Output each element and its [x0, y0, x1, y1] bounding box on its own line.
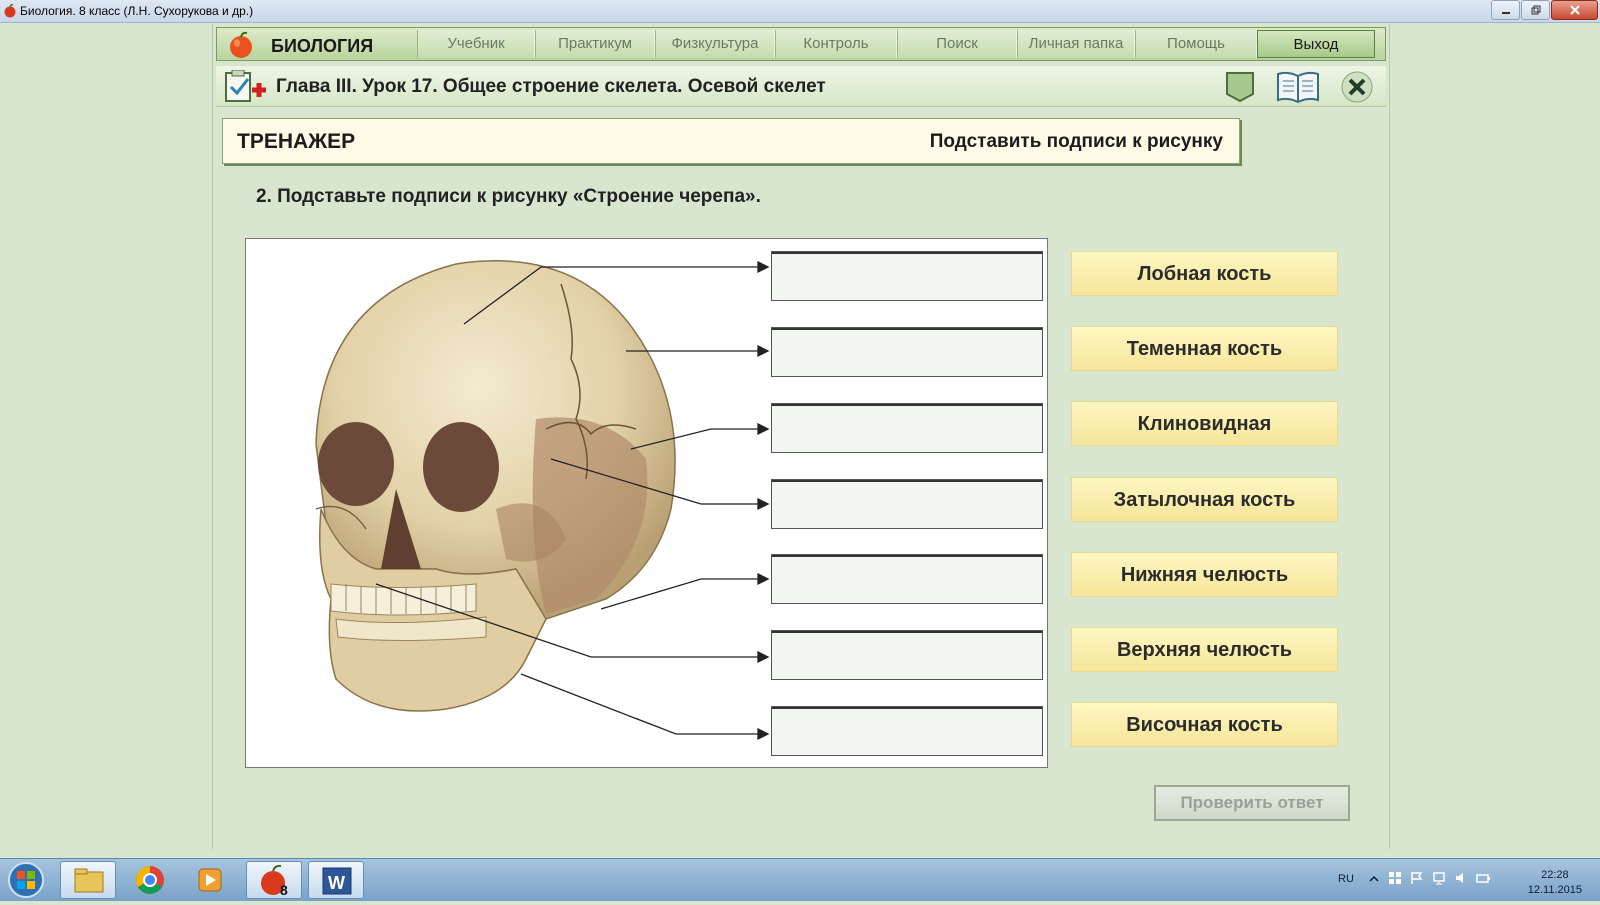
drop-slot-5[interactable] — [771, 554, 1043, 604]
taskbar: 8 W RU 22:28 12.11.2015 — [0, 858, 1600, 901]
teeth — [330, 583, 487, 641]
nav-item-help[interactable]: Помощь — [1135, 30, 1257, 58]
start-button-icon[interactable] — [6, 861, 46, 899]
word-icon: W — [322, 867, 352, 895]
language-indicator[interactable]: RU — [1338, 873, 1354, 885]
svg-text:8: 8 — [280, 882, 288, 898]
taskbar-chrome[interactable] — [122, 861, 178, 899]
taskbar-media[interactable] — [182, 861, 238, 899]
restore-icon — [1531, 5, 1540, 15]
drop-slot-4[interactable] — [771, 479, 1043, 529]
label-frontal-bone[interactable]: Лобная кость — [1071, 251, 1338, 296]
trainer-banner: ТРЕНАЖЕР Подставить подписи к рисунку — [222, 118, 1240, 164]
apple-logo-icon — [230, 31, 252, 58]
restore-button[interactable] — [1521, 0, 1550, 20]
nav-item-personal-folder[interactable]: Личная папка — [1017, 30, 1135, 58]
check-answer-button[interactable]: Проверить ответ — [1154, 785, 1350, 821]
power-icon[interactable] — [1476, 871, 1490, 885]
media-player-icon — [198, 868, 222, 892]
flag-icon[interactable] — [1410, 871, 1424, 885]
minimize-button[interactable] — [1491, 0, 1520, 20]
nav-item-practicum[interactable]: Практикум — [535, 30, 655, 58]
drop-slot-7[interactable] — [771, 706, 1043, 756]
svg-text:W: W — [328, 873, 345, 893]
chapter-title: Глава III. Урок 17. Общее строение скеле… — [276, 76, 826, 97]
skull-figure — [245, 238, 1048, 768]
windows-icon[interactable] — [1388, 871, 1402, 885]
taskbar-explorer[interactable] — [60, 861, 116, 899]
drop-slot-6[interactable] — [771, 630, 1043, 680]
clock[interactable]: 22:28 12.11.2015 — [1528, 868, 1582, 898]
chapter-bar: Глава III. Урок 17. Общее строение скеле… — [216, 66, 1386, 107]
label-occipital-bone[interactable]: Затылочная кость — [1071, 477, 1338, 522]
close-icon — [1569, 5, 1580, 15]
chrome-icon — [136, 866, 164, 894]
label-upper-jaw[interactable]: Верхняя челюсть — [1071, 627, 1338, 672]
clock-time: 22:28 — [1541, 869, 1569, 881]
taskbar-word[interactable]: W — [308, 861, 364, 899]
label-lower-jaw[interactable]: Нижняя челюсть — [1071, 552, 1338, 597]
clipboard-check-icon — [225, 70, 266, 102]
network-icon[interactable] — [1432, 871, 1446, 885]
nav-item-control[interactable]: Контроль — [775, 30, 897, 58]
exit-button[interactable]: Выход — [1257, 30, 1375, 58]
close-window-button[interactable] — [1551, 0, 1598, 20]
window-title-bar: Биология. 8 класс (Л.Н. Сухорукова и др.… — [0, 0, 1600, 23]
brand: БИОЛОГИЯ — [227, 31, 373, 59]
biology-app-icon: 8 — [261, 864, 288, 898]
folder-icon — [74, 868, 104, 893]
left-orbit — [318, 422, 394, 506]
drop-slot-3[interactable] — [771, 403, 1043, 453]
trainer-mode: Подставить подписи к рисунку — [929, 131, 1223, 152]
top-navigation: БИОЛОГИЯ Учебник Практикум Физкультура К… — [216, 27, 1386, 61]
clock-date: 12.11.2015 — [1527, 884, 1582, 896]
close-lesson-icon[interactable] — [1340, 70, 1374, 104]
brand-title: БИОЛОГИЯ — [271, 35, 374, 56]
volume-icon[interactable] — [1454, 871, 1468, 885]
drop-slot-1[interactable] — [771, 251, 1043, 301]
bookmark-icon[interactable] — [1224, 70, 1256, 104]
drop-slot-2[interactable] — [771, 327, 1043, 377]
nav-item-physical[interactable]: Физкультура — [655, 30, 775, 58]
trainer-label: ТРЕНАЖЕР — [237, 130, 356, 153]
window-title: Биология. 8 класс (Л.Н. Сухорукова и др.… — [20, 4, 254, 18]
book-icon[interactable] — [1276, 70, 1320, 104]
show-hidden-icons-icon[interactable] — [1368, 873, 1380, 885]
label-parietal-bone[interactable]: Теменная кость — [1071, 326, 1338, 371]
task-instruction: 2. Подставьте подписи к рисунку «Строени… — [256, 186, 761, 207]
minimize-icon — [1501, 12, 1510, 14]
apple-icon — [4, 4, 16, 18]
label-temporal-bone[interactable]: Височная кость — [1071, 702, 1338, 747]
right-orbit — [423, 422, 499, 512]
nav-item-search[interactable]: Поиск — [897, 30, 1017, 58]
label-sphenoid-bone[interactable]: Клиновидная — [1071, 401, 1338, 446]
nav-item-textbook[interactable]: Учебник — [417, 30, 535, 58]
taskbar-biology-app[interactable]: 8 — [246, 861, 302, 899]
